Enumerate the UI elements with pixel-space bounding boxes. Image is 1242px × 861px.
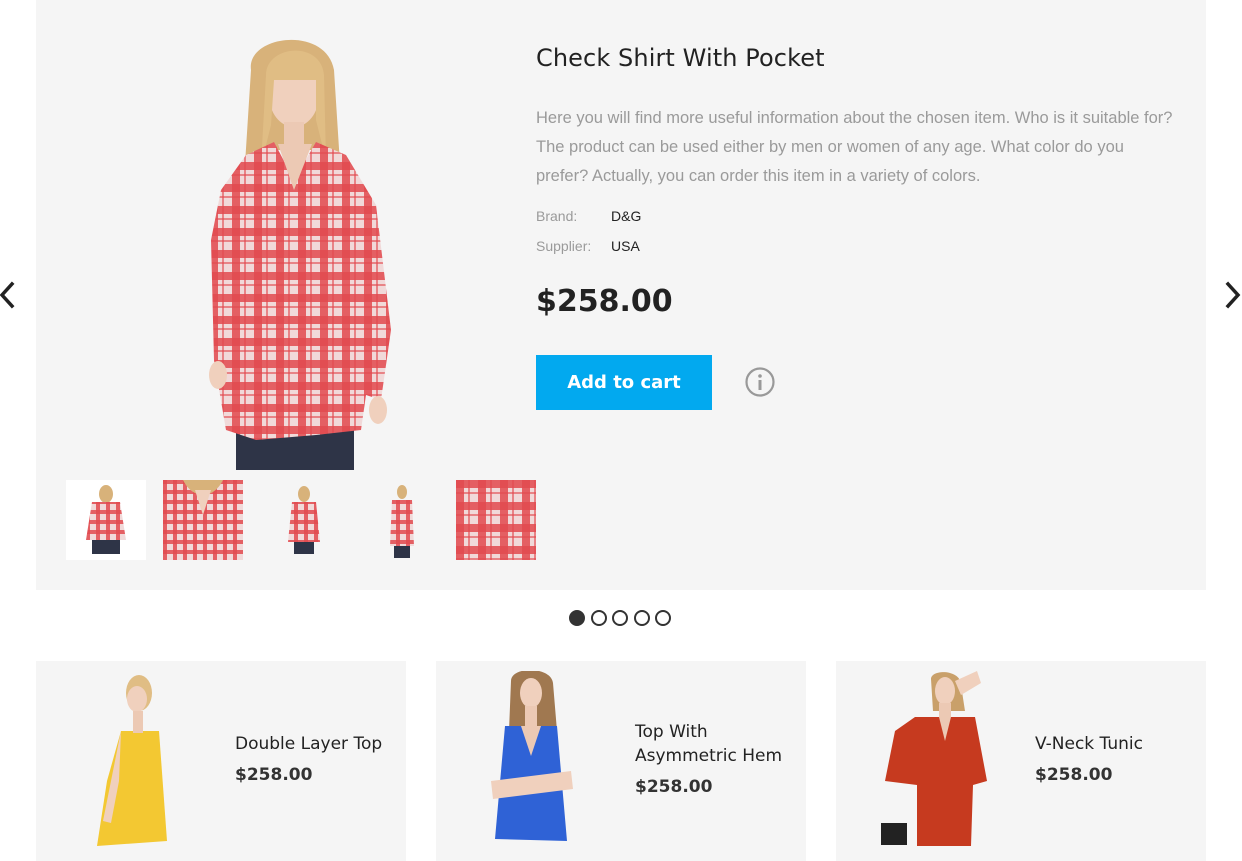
product-card-name[interactable]: Double Layer Top	[235, 732, 395, 756]
product-card-v-neck-tunic[interactable]: V-Neck Tunic $258.00	[836, 661, 1206, 861]
thumbnail-2[interactable]	[163, 480, 243, 560]
product-hero: Check Shirt With Pocket Here you will fi…	[36, 0, 1206, 590]
product-card-asymmetric-hem[interactable]: Top With Asymmetric Hem $258.00	[436, 661, 806, 861]
slider-dot-4[interactable]	[633, 610, 650, 626]
product-card-double-layer-top[interactable]: Double Layer Top $258.00	[36, 661, 406, 861]
slider-dot-1[interactable]	[569, 610, 585, 626]
product-card-price: $258.00	[635, 777, 713, 797]
spec-brand-label: Brand:	[536, 208, 578, 224]
product-description: Here you will find more useful informati…	[536, 109, 1173, 185]
spec-brand: Brand: D&G	[536, 208, 641, 224]
spec-supplier: Supplier: USA	[536, 238, 640, 254]
product-card-price: $258.00	[1035, 765, 1113, 785]
product-card-price: $258.00	[235, 765, 313, 785]
product-card-image	[881, 671, 987, 846]
thumbnail-5[interactable]	[456, 480, 536, 560]
spec-brand-value: D&G	[611, 208, 642, 224]
product-price: $258.00	[536, 284, 673, 319]
thumbnail-4[interactable]	[356, 480, 436, 560]
chevron-right-icon[interactable]	[1222, 280, 1242, 310]
product-main-image	[209, 39, 391, 470]
product-card-image	[491, 671, 573, 841]
add-to-cart-button[interactable]: Add to cart	[536, 355, 712, 410]
spec-supplier-label: Supplier:	[536, 238, 592, 254]
spec-supplier-value: USA	[611, 238, 640, 254]
product-title: Check Shirt With Pocket	[536, 44, 825, 72]
product-card-name[interactable]: V-Neck Tunic	[1035, 732, 1195, 756]
slider-dot-2[interactable]	[590, 610, 607, 626]
thumbnail-3[interactable]	[264, 480, 344, 560]
thumbnail-1[interactable]	[66, 480, 146, 560]
product-card-name[interactable]: Top With Asymmetric Hem	[635, 720, 795, 768]
slider-dot-5[interactable]	[655, 610, 671, 626]
product-card-image	[97, 675, 167, 846]
slider-dot-3[interactable]	[612, 610, 628, 626]
chevron-left-icon[interactable]	[0, 280, 20, 310]
info-circle-icon[interactable]	[744, 366, 776, 398]
